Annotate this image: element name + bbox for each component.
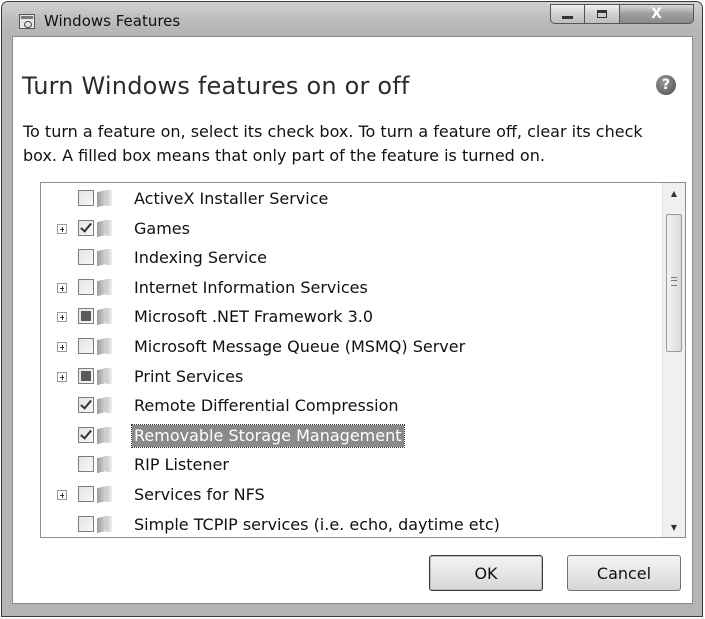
minimize-icon [562, 15, 573, 19]
ok-button[interactable]: OK [429, 555, 543, 591]
folder-icon [97, 307, 113, 325]
scroll-thumb[interactable] [666, 214, 682, 352]
feature-checkbox[interactable] [78, 426, 94, 443]
maximize-button[interactable] [585, 4, 620, 24]
feature-checkbox[interactable] [78, 397, 94, 414]
feature-row[interactable]: Microsoft .NET Framework 3.0 [41, 303, 661, 332]
folder-icon [97, 426, 113, 444]
folder-icon [97, 248, 113, 266]
feature-row[interactable]: Remote Differential Compression [41, 392, 661, 421]
folder-icon [97, 337, 113, 355]
feature-row[interactable]: Print Services [41, 363, 661, 392]
feature-label[interactable]: Microsoft .NET Framework 3.0 [132, 306, 375, 328]
folder-icon [97, 219, 113, 237]
title-bar[interactable]: Windows Features X [2, 2, 702, 36]
feature-row[interactable]: Games [41, 215, 661, 244]
expand-plus-icon[interactable] [57, 223, 67, 234]
help-glyph: ? [661, 77, 671, 93]
feature-row[interactable]: Simple TCPIP services (i.e. echo, daytim… [41, 511, 661, 537]
scroll-down-button[interactable]: ▼ [663, 517, 685, 537]
expand-plus-icon[interactable] [57, 342, 67, 352]
folder-icon [97, 455, 113, 473]
cancel-button[interactable]: Cancel [567, 555, 681, 591]
feature-row[interactable]: Microsoft Message Queue (MSMQ) Server [41, 333, 661, 362]
feature-label[interactable]: Remote Differential Compression [132, 395, 401, 417]
feature-checkbox[interactable] [78, 278, 94, 295]
scroll-grip-icon [671, 277, 677, 286]
feature-checkbox[interactable] [78, 486, 94, 502]
feature-row[interactable]: Removable Storage Management [41, 422, 661, 451]
vertical-scrollbar[interactable]: ▲ ▼ [662, 183, 685, 537]
folder-icon [97, 396, 113, 414]
feature-checkbox[interactable] [78, 219, 94, 236]
window-app-icon[interactable] [19, 14, 35, 29]
feature-row[interactable]: Indexing Service [41, 244, 661, 273]
feature-checkbox[interactable] [78, 249, 94, 266]
folder-icon [97, 367, 113, 385]
feature-row[interactable]: Internet Information Services [41, 274, 661, 303]
scroll-down-icon: ▼ [670, 522, 678, 532]
feature-row[interactable]: RIP Listener [41, 451, 661, 480]
scroll-up-icon: ▲ [670, 188, 678, 198]
feature-label[interactable]: ActiveX Installer Service [132, 188, 330, 210]
feature-label[interactable]: Microsoft Message Queue (MSMQ) Server [132, 336, 467, 358]
feature-checkbox[interactable] [78, 515, 94, 532]
feature-checkbox[interactable] [78, 338, 94, 354]
folder-icon [97, 485, 113, 503]
feature-label[interactable]: Print Services [132, 366, 245, 388]
expand-plus-icon[interactable] [57, 490, 67, 500]
feature-row[interactable]: ActiveX Installer Service [41, 185, 661, 214]
feature-label[interactable]: Removable Storage Management [131, 423, 405, 448]
scroll-up-button[interactable]: ▲ [663, 183, 685, 203]
minimize-button[interactable] [550, 4, 585, 24]
expand-plus-icon[interactable] [57, 312, 67, 323]
feature-label[interactable]: Internet Information Services [132, 277, 370, 299]
folder-icon [97, 515, 113, 533]
feature-label[interactable]: Simple TCPIP services (i.e. echo, daytim… [132, 514, 502, 536]
maximize-icon [597, 10, 607, 18]
feature-row[interactable]: Services for NFS [41, 481, 661, 510]
feature-checkbox[interactable] [78, 367, 94, 384]
feature-label[interactable]: Services for NFS [132, 484, 267, 506]
feature-label[interactable]: Games [132, 218, 192, 240]
close-icon: X [651, 6, 662, 22]
feature-label[interactable]: RIP Listener [132, 454, 231, 476]
feature-checkbox[interactable] [78, 190, 94, 206]
help-icon[interactable]: ? [656, 75, 676, 95]
folder-icon [97, 189, 113, 207]
folder-icon [97, 278, 113, 296]
instructions-text: To turn a feature on, select its check b… [23, 122, 643, 165]
feature-checkbox[interactable] [78, 308, 94, 325]
expand-plus-icon[interactable] [57, 282, 67, 293]
caption-buttons: X [550, 4, 694, 24]
expand-plus-icon[interactable] [57, 371, 67, 382]
page-title: Turn Windows features on or off [22, 72, 410, 100]
close-button[interactable]: X [620, 4, 694, 24]
feature-checkbox[interactable] [78, 456, 94, 473]
window-title: Windows Features [44, 12, 181, 30]
features-tree[interactable]: ActiveX Installer Service Games Indexing S… [40, 182, 686, 538]
feature-label[interactable]: Indexing Service [132, 247, 269, 269]
